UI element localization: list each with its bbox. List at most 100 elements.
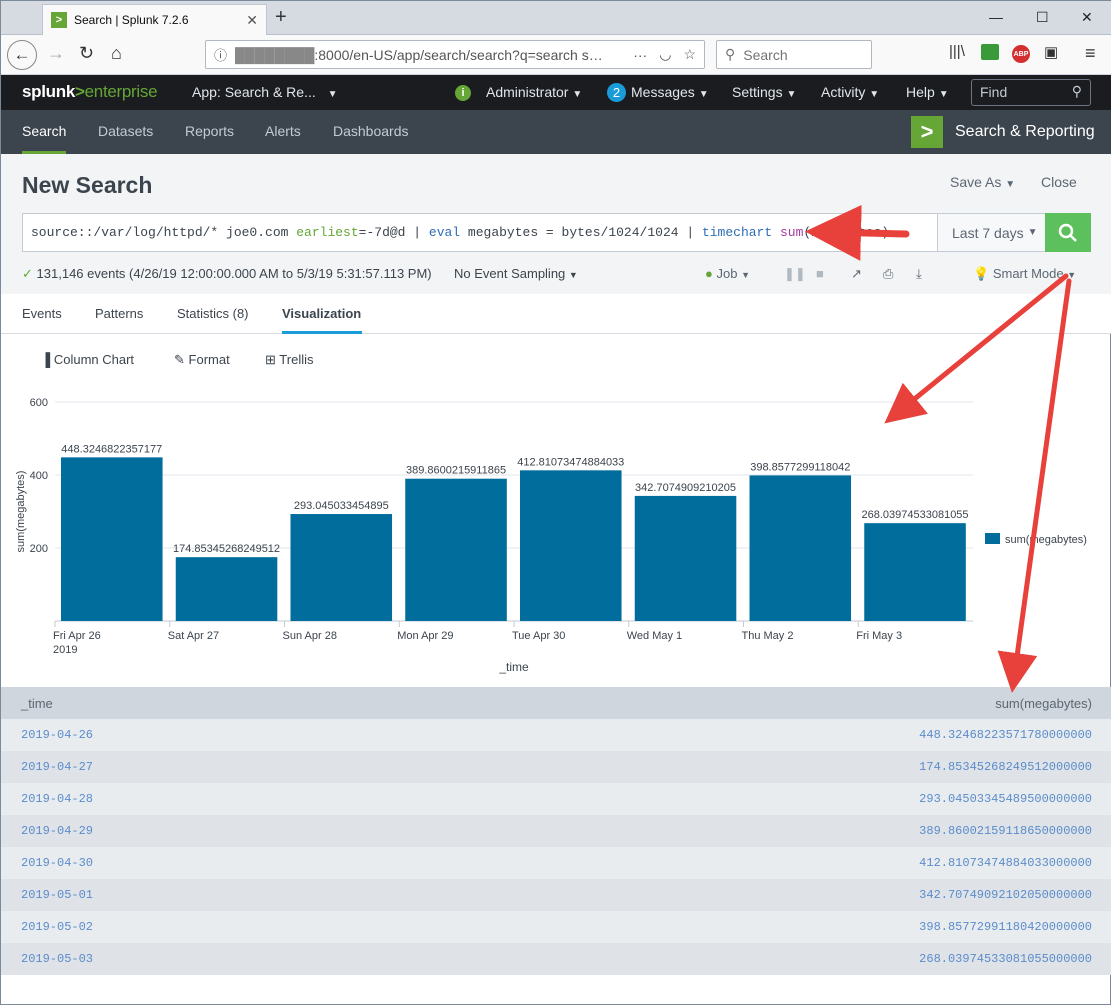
export-icon[interactable]: ⤓ bbox=[916, 266, 922, 282]
help-menu[interactable]: Help ▼ bbox=[906, 84, 949, 100]
app-nav-bar: Search Datasets Reports Alerts Dashboard… bbox=[1, 110, 1111, 154]
tab-alerts[interactable]: Alerts bbox=[265, 123, 301, 139]
cell-sum-megabytes[interactable]: 268.03974533081055000000 bbox=[919, 952, 1092, 966]
cell-time[interactable]: 2019-05-02 bbox=[21, 920, 93, 934]
caret-down-icon: ▼ bbox=[741, 270, 750, 280]
pocket-icon[interactable]: ◡ bbox=[659, 46, 671, 63]
forward-arrow-icon[interactable]: → bbox=[47, 43, 65, 64]
health-info-icon[interactable]: i bbox=[455, 85, 471, 101]
settings-menu[interactable]: Settings ▼ bbox=[732, 84, 796, 100]
job-menu[interactable]: ● Job ▼ bbox=[705, 266, 750, 281]
search-mode-menu[interactable]: 💡 Smart Mode ▼ bbox=[973, 266, 1076, 282]
y-axis-label: sum(megabytes) bbox=[15, 471, 27, 553]
search-query-input[interactable]: source::/var/log/httpd/* joe0.com earlie… bbox=[22, 213, 938, 252]
cell-sum-megabytes[interactable]: 412.81073474884033000000 bbox=[919, 856, 1092, 870]
browser-tab-bar: > Search | Splunk 7.2.6 ✕ + — ☐ ✕ bbox=[1, 1, 1111, 35]
cell-time[interactable]: 2019-04-28 bbox=[21, 792, 93, 806]
maximize-icon[interactable]: ☐ bbox=[1036, 9, 1049, 26]
messages-count-badge[interactable]: 2 bbox=[607, 83, 626, 102]
close-button[interactable]: Close bbox=[1041, 174, 1077, 190]
adblock-icon[interactable]: ABP bbox=[1012, 45, 1030, 63]
tab-dashboards[interactable]: Dashboards bbox=[333, 123, 409, 139]
home-icon[interactable]: ⌂ bbox=[111, 43, 122, 64]
save-as-menu[interactable]: Save As ▼ bbox=[950, 174, 1015, 190]
cell-sum-megabytes[interactable]: 342.70749092102050000000 bbox=[919, 888, 1092, 902]
tab-events[interactable]: Events bbox=[22, 306, 62, 321]
activity-menu[interactable]: Activity ▼ bbox=[821, 84, 879, 100]
search-button[interactable] bbox=[1045, 213, 1091, 252]
print-icon[interactable]: ⎙ bbox=[883, 266, 893, 282]
chart-type-button[interactable]: ▐ Column Chart bbox=[41, 352, 134, 367]
search-icon: ⚲ bbox=[725, 46, 736, 62]
column-header-sum[interactable]: sum(megabytes) bbox=[995, 696, 1092, 711]
cell-sum-megabytes[interactable]: 293.04503345489500000000 bbox=[919, 792, 1092, 806]
stop-icon[interactable]: ■ bbox=[816, 266, 824, 281]
browser-tab[interactable]: > Search | Splunk 7.2.6 ✕ bbox=[42, 4, 267, 35]
data-label: 293.045033454895 bbox=[294, 500, 389, 512]
find-input[interactable]: Find ⚲ bbox=[971, 79, 1091, 106]
cell-sum-megabytes[interactable]: 389.86002159118650000000 bbox=[919, 824, 1092, 838]
time-range-label: Last 7 days bbox=[952, 224, 1024, 241]
data-label: 268.03974533081055 bbox=[861, 509, 968, 521]
info-icon[interactable]: ⓘ bbox=[214, 45, 227, 64]
url-bar[interactable]: ⓘ ████████ :8000/en-US/app/search/search… bbox=[205, 40, 705, 69]
data-label: 342.7074909210205 bbox=[635, 482, 736, 494]
tab-statistics[interactable]: Statistics (8) bbox=[177, 306, 249, 321]
column-header-time[interactable]: _time bbox=[21, 696, 53, 711]
cell-sum-megabytes[interactable]: 398.85772991180420000000 bbox=[919, 920, 1092, 934]
cell-time[interactable]: 2019-04-29 bbox=[21, 824, 93, 838]
tab-patterns[interactable]: Patterns bbox=[95, 306, 143, 321]
x-tick-label: Sun Apr 28 bbox=[283, 630, 337, 642]
format-button[interactable]: ✎ Format bbox=[174, 352, 230, 368]
cell-sum-megabytes[interactable]: 448.32468223571780000000 bbox=[919, 728, 1092, 742]
more-icon[interactable]: ··· bbox=[633, 47, 647, 63]
x-tick-label: Fri Apr 26 bbox=[53, 630, 101, 642]
cell-sum-megabytes[interactable]: 174.85345268249512000000 bbox=[919, 760, 1092, 774]
event-sampling-menu[interactable]: No Event Sampling ▼ bbox=[454, 266, 578, 281]
close-window-icon[interactable]: ✕ bbox=[1081, 9, 1093, 26]
sidebar-icon[interactable]: ▣ bbox=[1044, 43, 1058, 61]
minimize-icon[interactable]: — bbox=[989, 9, 1003, 25]
tab-search[interactable]: Search bbox=[22, 123, 66, 139]
messages-menu[interactable]: Messages ▼ bbox=[631, 84, 709, 100]
bar bbox=[520, 470, 622, 621]
library-icon[interactable]: |||\ bbox=[949, 43, 965, 60]
table-row[interactable]: 2019-05-01 342.70749092102050000000 bbox=[1, 879, 1111, 911]
administrator-menu[interactable]: Administrator ▼ bbox=[486, 84, 582, 100]
app-menu[interactable]: App: Search & Re... ▼ bbox=[192, 84, 338, 100]
cell-time[interactable]: 2019-04-27 bbox=[21, 760, 93, 774]
extension-robot-icon[interactable] bbox=[981, 44, 999, 60]
format-label: Format bbox=[188, 352, 230, 367]
tab-visualization[interactable]: Visualization bbox=[282, 306, 361, 321]
bar bbox=[61, 457, 163, 621]
app-name[interactable]: Search & Reporting bbox=[955, 123, 1095, 141]
time-range-picker[interactable]: Last 7 days ▼ bbox=[937, 213, 1046, 252]
pause-icon[interactable]: ❚❚ bbox=[784, 266, 806, 282]
table-row[interactable]: 2019-05-02 398.85772991180420000000 bbox=[1, 911, 1111, 943]
table-row[interactable]: 2019-04-27 174.85345268249512000000 bbox=[1, 751, 1111, 783]
cell-time[interactable]: 2019-04-26 bbox=[21, 728, 93, 742]
trellis-button[interactable]: ⊞ Trellis bbox=[265, 352, 313, 368]
cell-time[interactable]: 2019-05-01 bbox=[21, 888, 93, 902]
table-row[interactable]: 2019-05-03 268.03974533081055000000 bbox=[1, 943, 1111, 975]
query-part: source::/var/log/httpd/* joe0.com bbox=[31, 225, 297, 240]
tab-reports[interactable]: Reports bbox=[185, 123, 234, 139]
x-tick-label: Fri May 3 bbox=[856, 630, 902, 642]
table-row[interactable]: 2019-04-26 448.32468223571780000000 bbox=[1, 719, 1111, 751]
reload-icon[interactable]: ↻ bbox=[79, 43, 94, 64]
tab-datasets[interactable]: Datasets bbox=[98, 123, 153, 139]
cell-time[interactable]: 2019-04-30 bbox=[21, 856, 93, 870]
splunk-logo[interactable]: splunk>enterprise bbox=[22, 82, 158, 102]
browser-search-field[interactable]: ⚲ Search bbox=[716, 40, 872, 69]
table-row[interactable]: 2019-04-30 412.81073474884033000000 bbox=[1, 847, 1111, 879]
cell-time[interactable]: 2019-05-03 bbox=[21, 952, 93, 966]
back-arrow-icon[interactable]: ← bbox=[7, 40, 37, 70]
table-row[interactable]: 2019-04-29 389.86002159118650000000 bbox=[1, 815, 1111, 847]
share-icon[interactable]: ↗ bbox=[851, 266, 862, 282]
table-row[interactable]: 2019-04-28 293.04503345489500000000 bbox=[1, 783, 1111, 815]
x-tick-label: Tue Apr 30 bbox=[512, 630, 565, 642]
close-tab-icon[interactable]: ✕ bbox=[246, 12, 258, 29]
hamburger-menu-icon[interactable]: ≡ bbox=[1085, 43, 1096, 64]
bookmark-star-icon[interactable]: ☆ bbox=[683, 46, 696, 63]
new-tab-icon[interactable]: + bbox=[275, 6, 287, 29]
